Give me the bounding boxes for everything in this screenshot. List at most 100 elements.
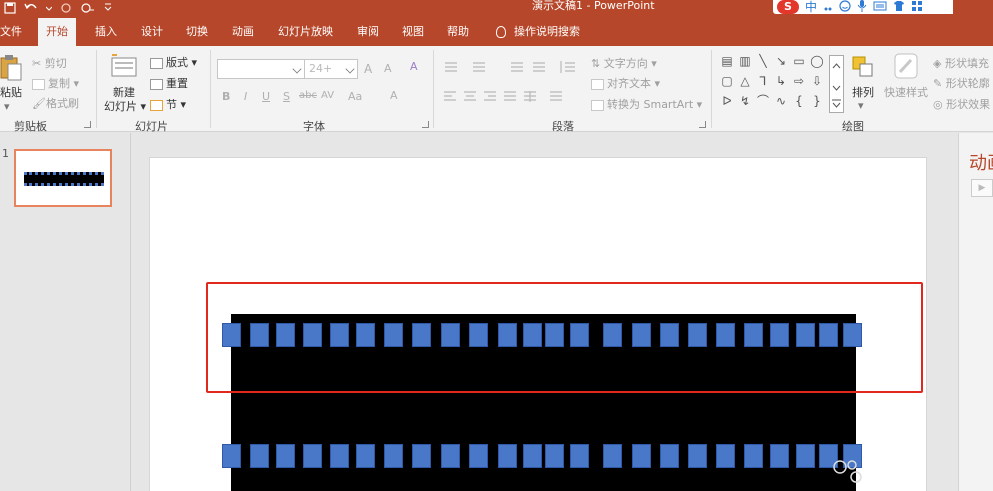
bottom-sprocket-hole[interactable]: [330, 444, 349, 468]
play-icon[interactable]: ▶: [971, 179, 993, 197]
font-name-combo[interactable]: [217, 59, 305, 79]
tab-review[interactable]: 审阅: [357, 18, 379, 46]
tab-help[interactable]: 帮助: [447, 18, 469, 46]
bottom-sprocket-hole[interactable]: [770, 444, 789, 468]
microphone-icon[interactable]: [857, 0, 867, 15]
bottom-sprocket-hole[interactable]: [276, 444, 295, 468]
slide-thumbnail[interactable]: [14, 149, 112, 207]
bottom-sprocket-hole[interactable]: [356, 444, 375, 468]
gallery-scrollbar[interactable]: [829, 55, 844, 113]
arc-shape-icon[interactable]: ⌒: [756, 95, 770, 107]
arrange-button[interactable]: 排列: [852, 84, 874, 100]
sogou-ime-icon[interactable]: S: [777, 0, 799, 14]
convert-smartart-button[interactable]: 转换为 SmartArt ▾: [591, 96, 702, 112]
chevron-down-icon[interactable]: ▾: [4, 100, 10, 113]
paragraph-list-icons[interactable]: [443, 60, 583, 77]
vertical-textbox-shape-icon[interactable]: ▥: [738, 55, 752, 67]
align-text-button[interactable]: 对齐文本 ▾: [591, 75, 660, 91]
bottom-sprocket-hole[interactable]: [796, 444, 815, 468]
quick-styles-button[interactable]: 快速样式: [884, 84, 928, 100]
bottom-sprocket-hole[interactable]: [384, 444, 403, 468]
rounded-rect-shape-icon[interactable]: ▢: [720, 75, 734, 87]
bottom-sprocket-hole[interactable]: [303, 444, 322, 468]
tell-me-search[interactable]: 操作说明搜索: [496, 18, 580, 46]
paragraph-launcher-icon[interactable]: [699, 121, 706, 128]
scribble-shape-icon[interactable]: ∿: [774, 95, 788, 107]
bottom-sprocket-hole[interactable]: [716, 444, 735, 468]
brace-left-shape-icon[interactable]: {: [792, 95, 806, 107]
tab-view[interactable]: 视图: [402, 18, 424, 46]
font-size-combo[interactable]: 24+: [304, 59, 358, 79]
triangle-shape-icon[interactable]: △: [738, 75, 752, 87]
clear-formatting-button[interactable]: A: [410, 60, 418, 73]
bottom-sprocket-hole[interactable]: [469, 444, 488, 468]
copy-button[interactable]: 复制 ▾: [32, 75, 79, 91]
text-shadow-button[interactable]: S: [283, 90, 290, 103]
grow-font-button[interactable]: A: [364, 62, 372, 76]
cut-button[interactable]: ✂ 剪切: [32, 55, 67, 71]
textbox-shape-icon[interactable]: ▤: [720, 55, 734, 67]
tab-insert[interactable]: 插入: [95, 18, 117, 46]
chinese-mode-icon[interactable]: 中: [805, 0, 817, 15]
tab-home[interactable]: 开始: [38, 18, 76, 46]
tab-slideshow[interactable]: 幻灯片放映: [278, 18, 333, 46]
clipboard-launcher-icon[interactable]: [84, 121, 91, 128]
strikethrough-button[interactable]: abc: [299, 90, 317, 101]
connector-shape-icon[interactable]: ⅂: [756, 75, 770, 87]
customize-qat-icon[interactable]: [104, 2, 112, 16]
bottom-sprocket-hole[interactable]: [570, 444, 589, 468]
elbow-connector-shape-icon[interactable]: ↳: [774, 75, 788, 87]
bottom-sprocket-hole[interactable]: [744, 444, 763, 468]
down-arrow-shape-icon[interactable]: ⇩: [810, 75, 824, 87]
bottom-sprocket-hole[interactable]: [498, 444, 517, 468]
chevron-down-icon[interactable]: ▾: [858, 99, 864, 112]
bottom-sprocket-hole[interactable]: [412, 444, 431, 468]
punctuation-icon[interactable]: [823, 0, 833, 15]
tab-design[interactable]: 设计: [141, 18, 163, 46]
layout-button[interactable]: 版式 ▾: [150, 54, 197, 70]
new-slide-button[interactable]: 幻灯片 ▾: [104, 98, 146, 114]
font-color-button[interactable]: A: [390, 89, 398, 102]
tshirt-icon[interactable]: [893, 0, 905, 15]
touch-mode-icon[interactable]: [80, 2, 96, 16]
paste-icon[interactable]: [0, 54, 22, 85]
italic-button[interactable]: I: [244, 90, 247, 103]
tools-icon[interactable]: [911, 0, 923, 15]
brace-right-shape-icon[interactable]: }: [810, 95, 824, 107]
rectangle-shape-icon[interactable]: ▭: [792, 55, 806, 67]
section-button[interactable]: 节 ▾: [150, 96, 186, 112]
bottom-sprocket-hole[interactable]: [603, 444, 622, 468]
bottom-sprocket-hole[interactable]: [441, 444, 460, 468]
change-case-button[interactable]: Aa: [348, 90, 362, 103]
character-spacing-button[interactable]: AV: [321, 90, 334, 101]
bottom-sprocket-hole[interactable]: [545, 444, 564, 468]
text-direction-button[interactable]: ⇅ 文字方向 ▾: [591, 55, 657, 71]
font-launcher-icon[interactable]: [422, 121, 429, 128]
format-painter-button[interactable]: 🖌格式刷: [32, 95, 79, 111]
tab-transitions[interactable]: 切换: [186, 18, 208, 46]
shape-outline-button[interactable]: ✎ 形状轮廓: [933, 75, 990, 91]
bottom-sprocket-hole[interactable]: [688, 444, 707, 468]
tab-animations[interactable]: 动画: [232, 18, 254, 46]
right-arrow-shape-icon[interactable]: ⇨: [792, 75, 806, 87]
bold-button[interactable]: B: [222, 90, 230, 103]
bottom-sprocket-hole[interactable]: [632, 444, 651, 468]
bottom-sprocket-hole[interactable]: [523, 444, 542, 468]
oval-shape-icon[interactable]: ◯: [810, 55, 824, 67]
arrow-line-shape-icon[interactable]: ↘: [774, 55, 788, 67]
bottom-sprocket-hole[interactable]: [660, 444, 679, 468]
shape-effects-button[interactable]: ◎ 形状效果: [933, 96, 990, 112]
reset-button[interactable]: 重置: [150, 75, 188, 91]
keyboard-icon[interactable]: [873, 0, 887, 15]
paste-button[interactable]: 粘贴: [0, 84, 22, 100]
underline-button[interactable]: U: [262, 90, 270, 103]
shrink-font-button[interactable]: A: [384, 62, 392, 75]
alignment-icons[interactable]: [443, 90, 573, 107]
freeform-shape-icon[interactable]: ᐅ: [720, 95, 734, 107]
bottom-sprocket-hole[interactable]: [250, 444, 269, 468]
quick-styles-icon[interactable]: [893, 52, 919, 85]
undo-icon[interactable]: [24, 2, 38, 16]
bottom-sprocket-hole[interactable]: [222, 444, 241, 468]
shape-fill-button[interactable]: ◈ 形状填充: [933, 55, 989, 71]
tab-file[interactable]: 文件: [0, 18, 22, 46]
